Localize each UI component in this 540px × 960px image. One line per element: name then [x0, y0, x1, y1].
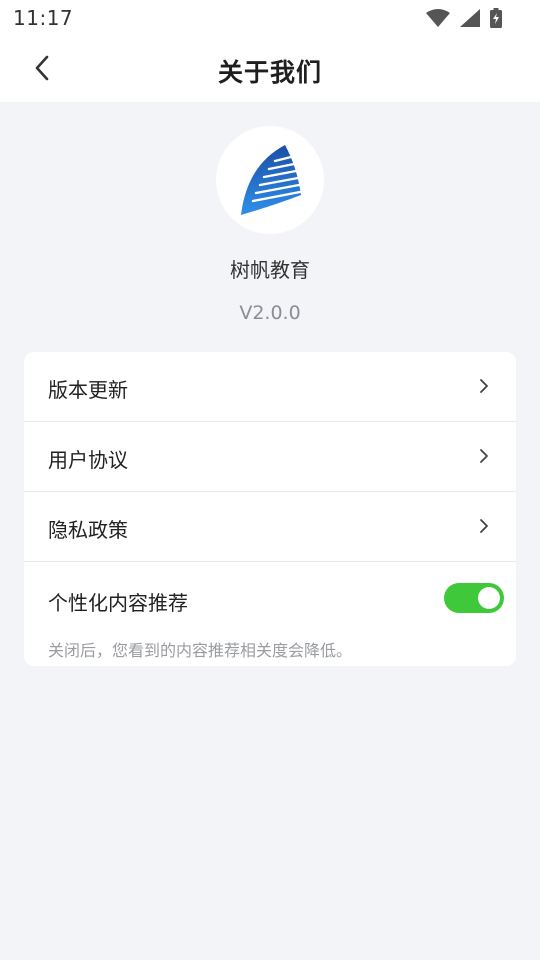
version-update-label: 版本更新 — [48, 378, 128, 402]
divider — [24, 561, 516, 562]
user-agreement-label: 用户协议 — [48, 448, 128, 472]
toggle-knob — [478, 587, 500, 609]
chevron-right-icon — [480, 519, 488, 533]
settings-card: 版本更新 用户协议 隐私政策 个性化内容推荐 关闭后，您看到的内容推荐相关度会降… — [24, 352, 516, 666]
header: 关于我们 — [0, 36, 540, 102]
sail-logo-icon — [241, 145, 302, 215]
chevron-right-icon — [480, 379, 488, 393]
app-logo — [216, 126, 324, 234]
version-update-item[interactable]: 版本更新 — [24, 352, 516, 422]
personalized-recommend-label: 个性化内容推荐 — [48, 591, 188, 615]
app-name: 树帆教育 — [230, 258, 310, 282]
personalized-hint: 关闭后，您看到的内容推荐相关度会降低。 — [48, 641, 353, 660]
user-agreement-item[interactable]: 用户协议 — [24, 422, 516, 492]
privacy-policy-item[interactable]: 隐私政策 — [24, 492, 516, 562]
cellular-signal-icon — [460, 9, 480, 27]
chevron-right-icon — [480, 449, 488, 463]
app-version: V2.0.0 — [239, 302, 301, 324]
privacy-policy-label: 隐私政策 — [48, 518, 128, 542]
personalized-recommend-toggle[interactable] — [444, 583, 504, 613]
status-bar: 11:17 — [0, 0, 540, 36]
wifi-icon — [426, 9, 450, 27]
status-time: 11:17 — [13, 6, 74, 30]
page-title: 关于我们 — [217, 58, 322, 87]
status-icons — [426, 8, 502, 28]
battery-charging-icon — [490, 8, 502, 28]
